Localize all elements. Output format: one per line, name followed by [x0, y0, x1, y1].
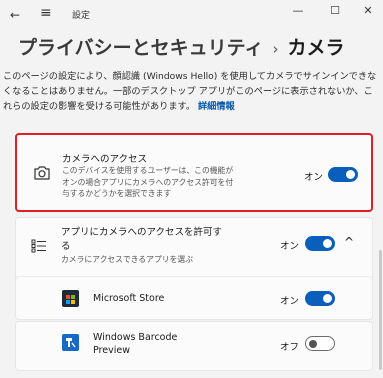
page-description: このページの設定により、顔認識 (Windows Hello) を使用してカメラ…: [3, 69, 381, 114]
app-access-subtitle: カメラにアクセスできるアプリを選ぶ: [61, 255, 193, 264]
app-title: 設定: [72, 11, 91, 21]
app-row-windows-barcode-preview: Windows Barcode Preview オフ: [15, 321, 373, 371]
breadcrumb-parent[interactable]: プライバシーとセキュリティ: [18, 37, 263, 59]
app-state-label: オン: [280, 296, 300, 307]
learn-more-link[interactable]: 詳細情報: [198, 101, 235, 112]
windows-barcode-preview-toggle[interactable]: [305, 336, 335, 351]
camera-access-description: このデバイスを使用するユーザーは、この機能が オンの場合アプリにカメラへのアクセ…: [62, 166, 234, 198]
app-access-toggle[interactable]: [305, 236, 335, 251]
back-arrow-icon[interactable]: ←: [10, 7, 20, 23]
title-bar: ← ≡ 設定 — ☐ ✕: [0, 0, 383, 30]
app-list-icon: [31, 239, 46, 253]
camera-access-title: カメラへのアクセス: [62, 154, 148, 165]
close-icon[interactable]: ✕: [360, 4, 376, 17]
camera-access-toggle[interactable]: [328, 167, 358, 182]
maximize-icon[interactable]: ☐: [327, 4, 343, 17]
chevron-up-icon[interactable]: ^: [344, 235, 354, 249]
minimize-icon[interactable]: —: [290, 4, 306, 17]
description-text: このページの設定により、顔認識 (Windows Hello) を使用してカメラ…: [3, 71, 377, 112]
microsoft-store-icon: [62, 290, 79, 307]
microsoft-store-toggle[interactable]: [305, 291, 335, 306]
app-camera-access-card[interactable]: アプリにカメラへのアクセスを許可す る カメラにアクセスできるアプリを選ぶ オン…: [15, 217, 373, 282]
camera-icon: [34, 166, 50, 180]
chevron-right-icon: ›: [272, 40, 279, 58]
menu-icon[interactable]: ≡: [40, 5, 52, 21]
app-name: Windows Barcode Preview: [93, 332, 178, 356]
barcode-app-icon: [62, 334, 79, 351]
app-state-label: オフ: [280, 342, 300, 353]
app-row-microsoft-store: Microsoft Store オン: [15, 276, 373, 320]
camera-access-card: カメラへのアクセス このデバイスを使用するユーザーは、この機能が オンの場合アプ…: [15, 133, 373, 212]
page-title: カメラ: [287, 37, 345, 59]
breadcrumb: プライバシーとセキュリティ › カメラ: [18, 33, 345, 60]
app-access-title: アプリにカメラへのアクセスを許可す る: [61, 227, 223, 252]
app-access-state-label: オン: [280, 241, 300, 252]
camera-access-state-label: オン: [304, 172, 324, 183]
app-name: Microsoft Store: [93, 293, 165, 304]
scrollbar[interactable]: [379, 250, 382, 370]
